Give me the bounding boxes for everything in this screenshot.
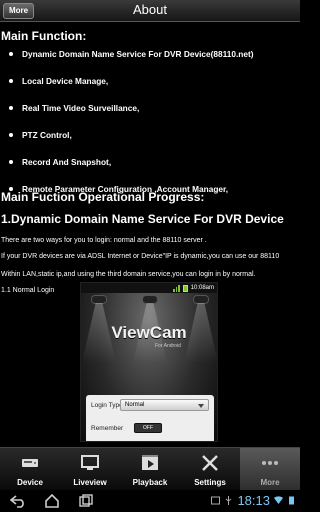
function-list: Dynamic Domain Name Service For DVR Devi… [0,49,254,211]
tab-playback[interactable]: Playback [120,448,180,490]
phone-status-bar: 10:08am [81,283,217,293]
phone-clock: 10:08am [190,285,214,291]
tab-device[interactable]: Device [0,448,60,490]
function-item: Local Device Manage, [0,76,254,103]
title-bar: More About [0,0,300,22]
remember-label: Remember [91,425,124,432]
remember-toggle: OFF [134,423,162,433]
home-icon[interactable] [44,494,60,508]
main-function-heading: Main Function: [1,29,87,43]
tab-label: Liveview [73,478,107,487]
spotlight-icon [142,295,158,304]
function-item: Real Time Video Surveillance, [0,103,254,130]
battery-icon [182,284,188,292]
more-dots-icon [262,461,278,465]
film-play-icon [142,455,158,470]
wifi-icon [274,496,283,504]
tab-liveview[interactable]: Liveview [60,448,120,490]
function-item: Dynamic Domain Name Service For DVR Devi… [0,49,254,76]
tab-label: Playback [132,478,168,487]
tools-icon [202,455,218,471]
ddns-heading: 1.Dynamic Domain Name Service For DVR De… [1,212,284,226]
dvr-device-icon [22,459,38,467]
tab-label: More [260,478,280,487]
status-area: 18:13 [211,493,296,508]
tab-label: Settings [194,478,226,487]
gallery-icon [211,496,221,505]
paragraph: There are two ways for you to login: nor… [1,237,207,244]
monitor-icon [81,455,99,470]
function-item: PTZ Control, [0,130,254,157]
usb-icon [226,496,232,505]
tab-settings[interactable]: Settings [180,448,240,490]
recent-apps-icon[interactable] [78,494,94,508]
tab-label: Device [17,478,43,487]
system-nav-bar: 18:13 [0,490,300,512]
progress-heading: Main Fuction Operational Progress: [1,190,205,204]
viewcam-logo: ViewCam [111,323,187,342]
chevron-down-icon [198,404,204,408]
battery-icon [289,496,294,505]
app-screenshot-image: 10:08am ViewCam For Android Login Type N… [80,282,218,442]
spotlight-icon [193,295,209,304]
tab-more[interactable]: More [240,448,300,490]
system-clock: 18:13 [237,493,270,508]
login-type-label: Login Type [91,402,123,409]
signal-icon [173,284,180,292]
function-item: Record And Snapshot, [0,157,254,184]
page-title: About [133,2,167,17]
login-type-select: Normal [120,399,209,411]
login-screen-preview: ViewCam For Android Login Type Normal Re… [81,293,217,441]
back-icon[interactable] [10,494,26,508]
paragraph: 1.1 Normal Login [1,287,55,294]
spotlight-icon [91,295,107,304]
login-type-value: Normal [125,402,145,408]
paragraph: Within LAN,static ip,and using the third… [1,271,256,278]
paragraph: If your DVR devices are via ADSL Interne… [1,253,280,260]
bottom-tab-bar: Device Liveview Playback Settings More [0,447,300,490]
login-panel: Login Type Normal Remember OFF [86,395,214,441]
logo-subtitle: For Android [155,343,181,349]
